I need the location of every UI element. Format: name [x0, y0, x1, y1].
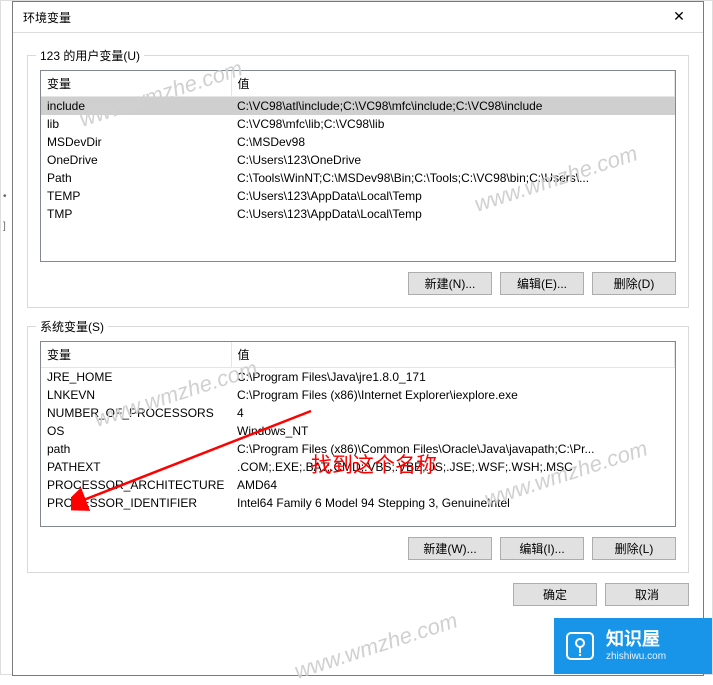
cell-variable: OS [41, 422, 231, 440]
ok-button[interactable]: 确定 [513, 583, 597, 606]
site-logo-box: 知识屋 zhishiwu.com [554, 618, 712, 674]
user-vars-button-row: 新建(N)... 编辑(E)... 删除(D) [40, 272, 676, 295]
table-row[interactable]: JRE_HOMEC:\Program Files\Java\jre1.8.0_1… [41, 368, 675, 387]
left-edge-bracket: ] [3, 221, 6, 232]
user-delete-button[interactable]: 删除(D) [592, 272, 676, 295]
env-vars-dialog: 环境变量 ✕ 123 的用户变量(U) 变量 值 includeC:\VC98\… [12, 1, 704, 676]
cell-value: C:\Users\123\OneDrive [231, 151, 675, 169]
cell-value: C:\Program Files (x86)\Internet Explorer… [231, 386, 675, 404]
table-row[interactable]: NUMBER_OF_PROCESSORS4 [41, 404, 675, 422]
dialog-footer: 确定 取消 [27, 583, 689, 606]
user-vars-group: 123 的用户变量(U) 变量 值 includeC:\VC98\atl\inc… [27, 55, 689, 308]
cell-variable: PROCESSOR_IDENTIFIER [41, 494, 231, 512]
cell-variable: LNKEVN [41, 386, 231, 404]
dialog-title: 环境变量 [23, 9, 71, 26]
user-vars-label: 123 的用户变量(U) [36, 47, 144, 64]
cell-variable: JRE_HOME [41, 368, 231, 387]
cell-value: C:\Program Files\Java\jre1.8.0_171 [231, 368, 675, 387]
cell-value: C:\VC98\atl\include;C:\VC98\mfc\include;… [231, 97, 675, 116]
cell-variable: NUMBER_OF_PROCESSORS [41, 404, 231, 422]
system-vars-button-row: 新建(W)... 编辑(I)... 删除(L) [40, 537, 676, 560]
user-col-variable[interactable]: 变量 [41, 71, 231, 97]
close-button[interactable]: ✕ [659, 4, 699, 28]
cell-value: C:\Users\123\AppData\Local\Temp [231, 205, 675, 223]
table-row[interactable]: PATHEXT.COM;.EXE;.BAT;.CMD;.VBS;.VBE;.JS… [41, 458, 675, 476]
cell-value: AMD64 [231, 476, 675, 494]
table-row[interactable]: PROCESSOR_IDENTIFIERIntel64 Family 6 Mod… [41, 494, 675, 512]
table-row[interactable]: MSDevDirC:\MSDev98 [41, 133, 675, 151]
cell-variable: lib [41, 115, 231, 133]
table-row[interactable]: PROCESSOR_ARCHITECTUREAMD64 [41, 476, 675, 494]
table-row[interactable]: PathC:\Tools\WinNT;C:\MSDev98\Bin;C:\Too… [41, 169, 675, 187]
sys-col-value[interactable]: 值 [231, 342, 675, 368]
user-edit-button[interactable]: 编辑(E)... [500, 272, 584, 295]
cell-variable: PROCESSOR_ARCHITECTURE [41, 476, 231, 494]
table-row[interactable]: TEMPC:\Users\123\AppData\Local\Temp [41, 187, 675, 205]
cell-variable: Path [41, 169, 231, 187]
cell-value: .COM;.EXE;.BAT;.CMD;.VBS;.VBE;.JS;.JSE;.… [231, 458, 675, 476]
cell-value: C:\MSDev98 [231, 133, 675, 151]
cell-value: C:\Program Files (x86)\Common Files\Orac… [231, 440, 675, 458]
cell-variable: PATHEXT [41, 458, 231, 476]
titlebar: 环境变量 ✕ [13, 2, 703, 33]
left-edge-dot: • [3, 191, 7, 202]
table-row[interactable]: libC:\VC98\mfc\lib;C:\VC98\lib [41, 115, 675, 133]
cell-value: Windows_NT [231, 422, 675, 440]
cell-variable: OneDrive [41, 151, 231, 169]
cell-value: 4 [231, 404, 675, 422]
system-vars-label: 系统变量(S) [36, 318, 108, 335]
user-vars-table-container[interactable]: 变量 值 includeC:\VC98\atl\include;C:\VC98\… [40, 70, 676, 262]
table-row[interactable]: TMPC:\Users\123\AppData\Local\Temp [41, 205, 675, 223]
cell-variable: path [41, 440, 231, 458]
logo-text: 知识屋 zhishiwu.com [606, 629, 666, 663]
table-row[interactable]: pathC:\Program Files (x86)\Common Files\… [41, 440, 675, 458]
cell-value: Intel64 Family 6 Model 94 Stepping 3, Ge… [231, 494, 675, 512]
cell-variable: MSDevDir [41, 133, 231, 151]
logo-title: 知识屋 [606, 629, 666, 651]
cell-variable: TEMP [41, 187, 231, 205]
cell-value: C:\VC98\mfc\lib;C:\VC98\lib [231, 115, 675, 133]
close-icon: ✕ [673, 8, 685, 25]
cancel-button[interactable]: 取消 [605, 583, 689, 606]
sys-col-variable[interactable]: 变量 [41, 342, 231, 368]
sys-edit-button[interactable]: 编辑(I)... [500, 537, 584, 560]
user-col-value[interactable]: 值 [231, 71, 675, 97]
table-row[interactable]: LNKEVNC:\Program Files (x86)\Internet Ex… [41, 386, 675, 404]
sys-delete-button[interactable]: 删除(L) [592, 537, 676, 560]
cell-value: C:\Tools\WinNT;C:\MSDev98\Bin;C:\Tools;C… [231, 169, 675, 187]
cell-value: C:\Users\123\AppData\Local\Temp [231, 187, 675, 205]
logo-icon [564, 630, 596, 662]
system-vars-table-container[interactable]: 变量 值 JRE_HOMEC:\Program Files\Java\jre1.… [40, 341, 676, 527]
user-new-button[interactable]: 新建(N)... [408, 272, 492, 295]
table-row[interactable]: OSWindows_NT [41, 422, 675, 440]
logo-subtitle: zhishiwu.com [606, 651, 666, 663]
cell-variable: TMP [41, 205, 231, 223]
sys-new-button[interactable]: 新建(W)... [408, 537, 492, 560]
table-row[interactable]: includeC:\VC98\atl\include;C:\VC98\mfc\i… [41, 97, 675, 116]
user-vars-table: 变量 值 includeC:\VC98\atl\include;C:\VC98\… [41, 71, 675, 223]
table-row[interactable]: OneDriveC:\Users\123\OneDrive [41, 151, 675, 169]
cell-variable: include [41, 97, 231, 116]
system-vars-group: 系统变量(S) 变量 值 JRE_HOMEC:\Program Files\Ja… [27, 326, 689, 573]
system-vars-table: 变量 值 JRE_HOMEC:\Program Files\Java\jre1.… [41, 342, 675, 512]
